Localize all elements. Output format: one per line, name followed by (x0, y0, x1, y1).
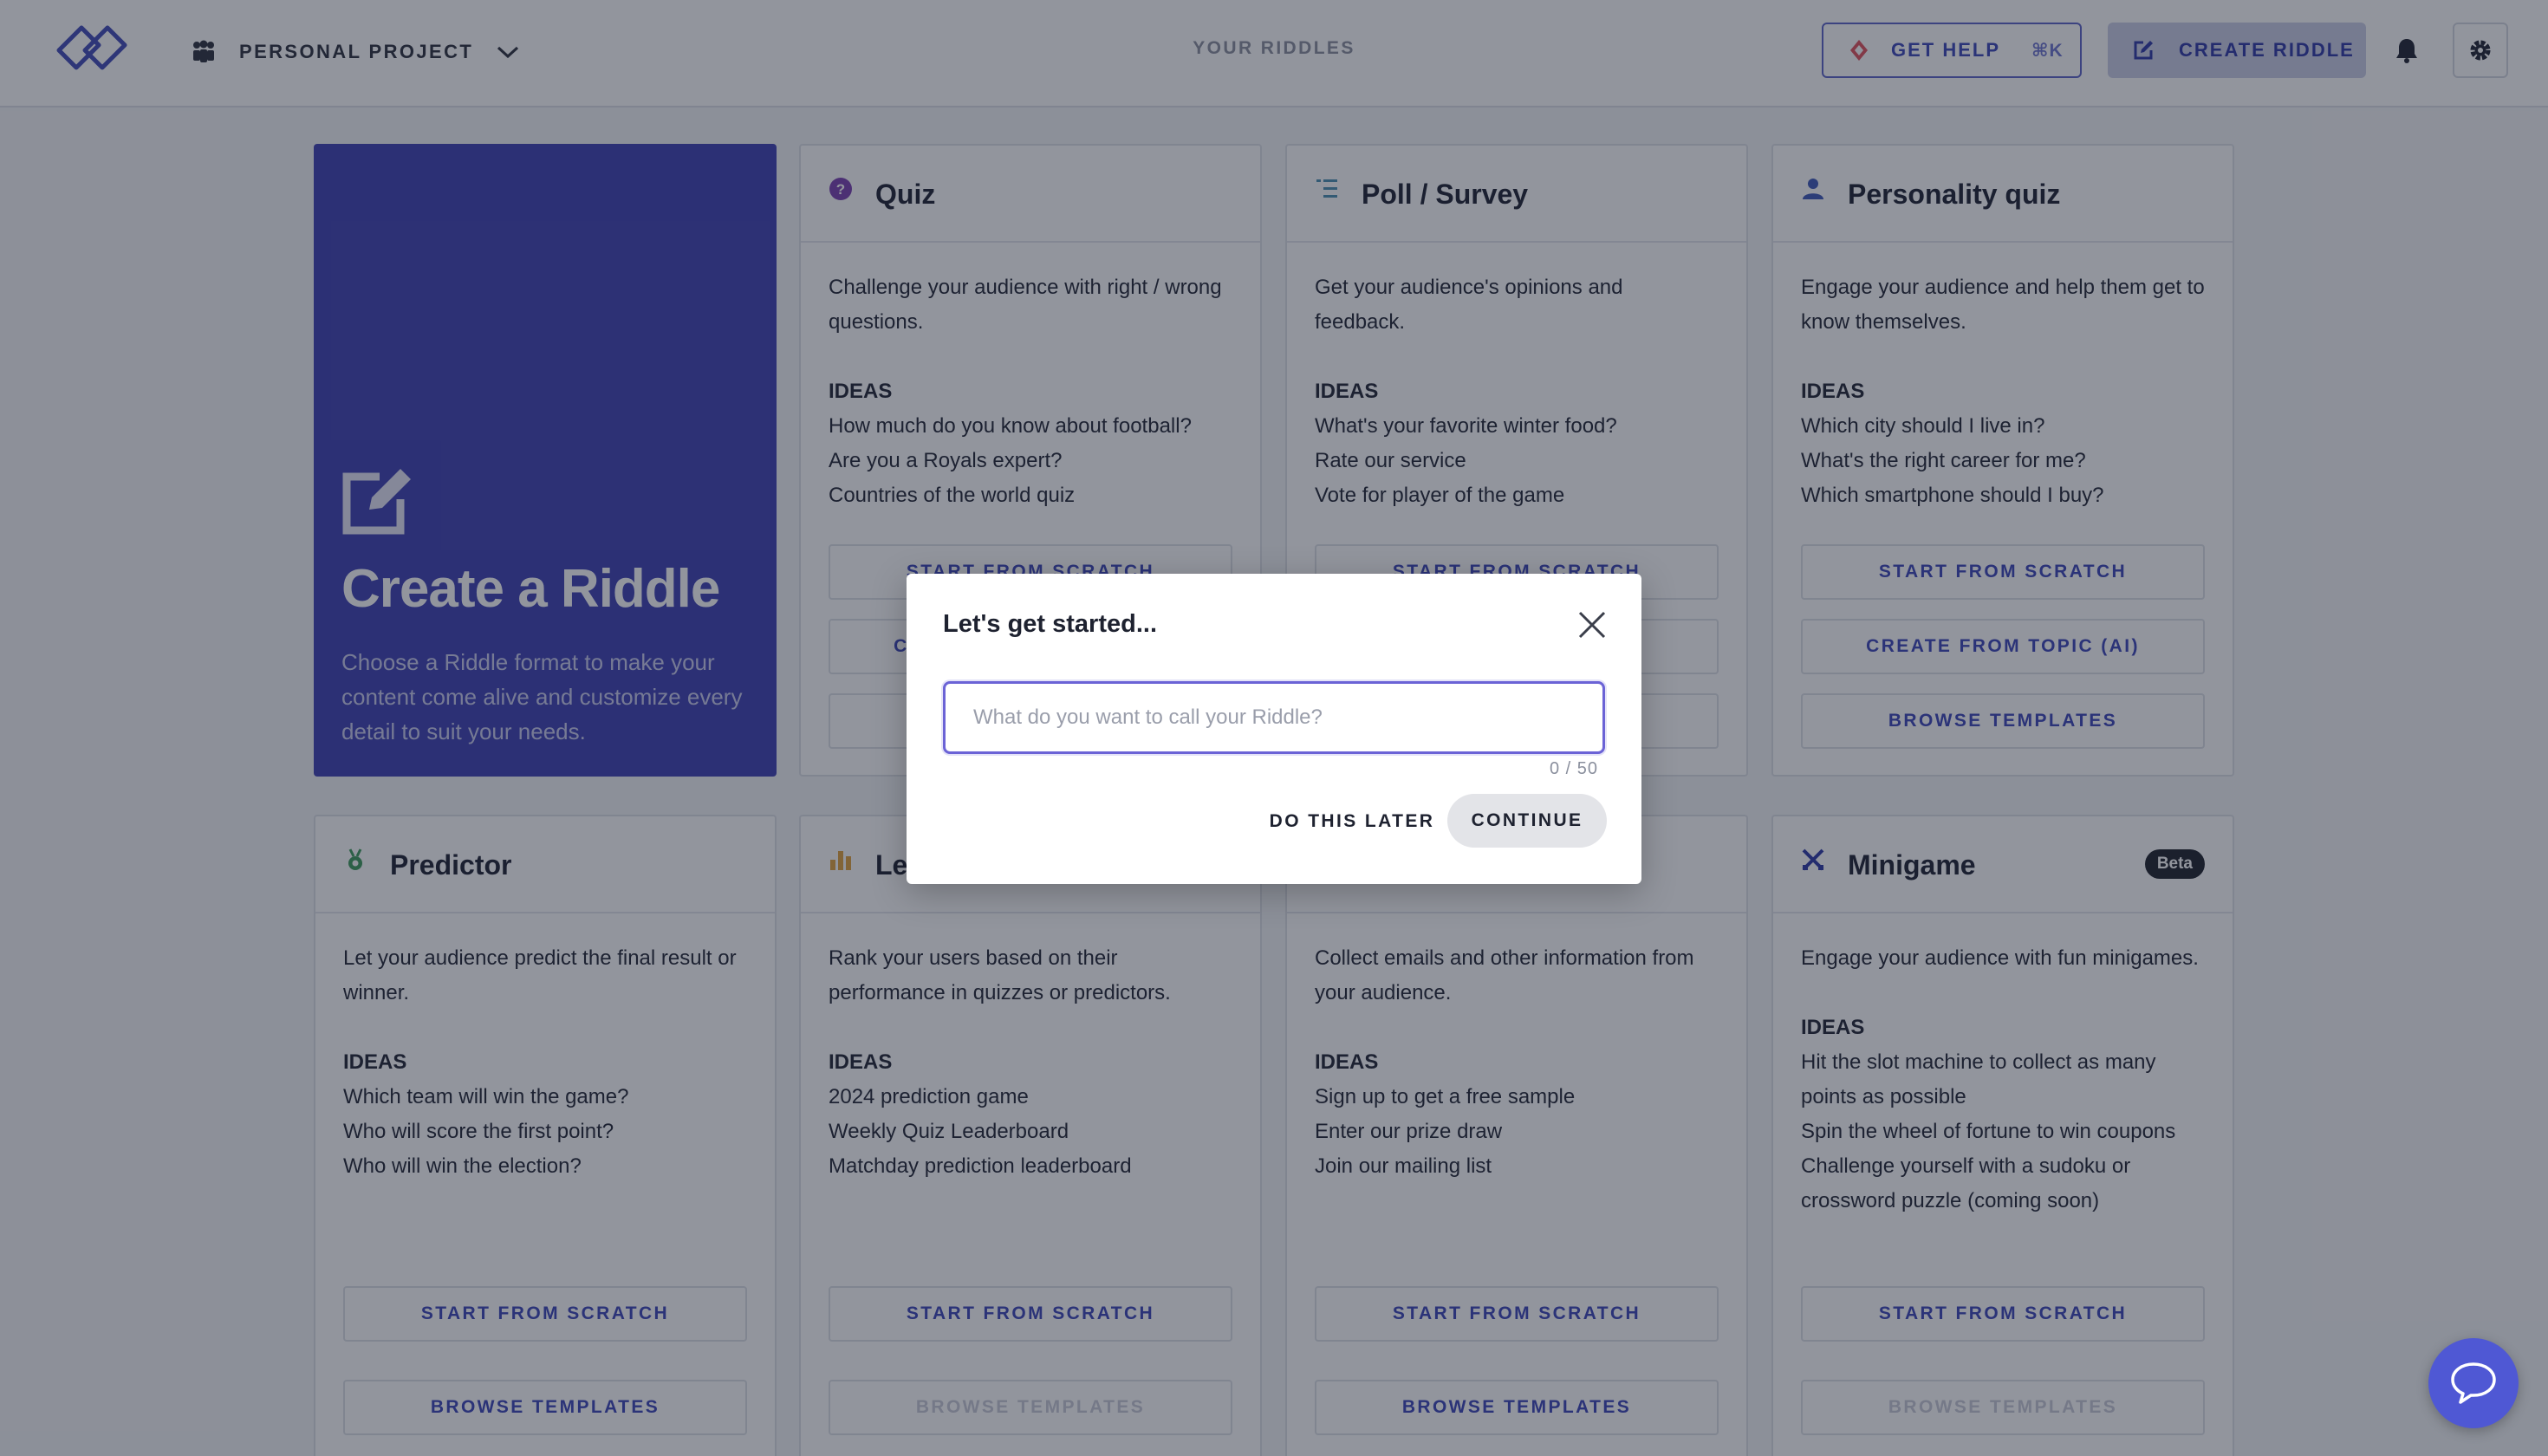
dialog-title: Let's get started... (943, 610, 1158, 638)
riddle-name-input[interactable] (943, 681, 1605, 754)
character-counter: 0 / 50 (1549, 759, 1598, 778)
close-icon[interactable] (1577, 610, 1607, 640)
chat-bubble-icon (2451, 1362, 2496, 1404)
name-riddle-dialog: Let's get started... 0 / 50 DO THIS LATE… (907, 574, 1641, 884)
continue-button[interactable]: CONTINUE (1447, 794, 1607, 848)
chat-launcher-button[interactable] (2428, 1338, 2519, 1428)
do-this-later-button[interactable]: DO THIS LATER (1239, 796, 1465, 848)
